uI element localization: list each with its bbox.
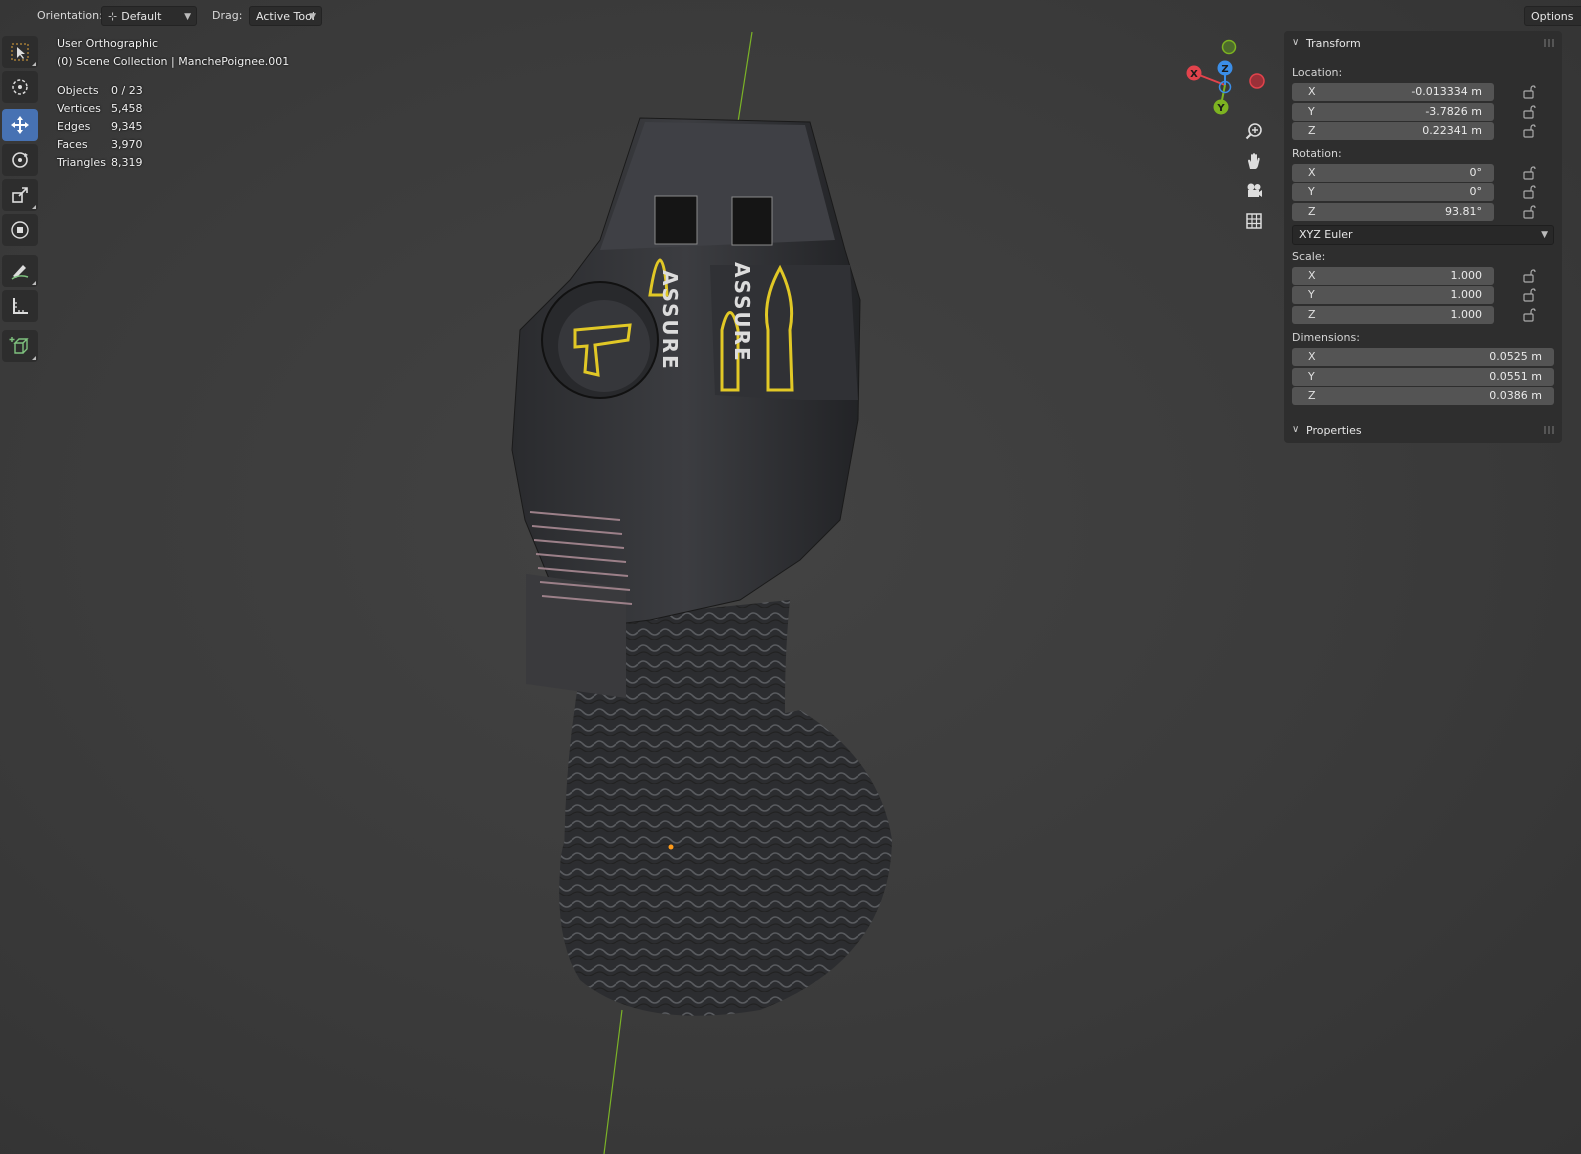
measure-icon: [13, 298, 28, 314]
chevron-down-icon: ▼: [184, 12, 191, 22]
viewport-header: Orientation: ⊹ Default ▼ Drag: Active Too…: [0, 0, 1581, 32]
ortho-toggle-button[interactable]: [1240, 208, 1268, 234]
drag-grip-icon[interactable]: [1544, 39, 1556, 47]
gizmo-neg-y: [1221, 39, 1237, 55]
dimensions-label: Dimensions:: [1292, 331, 1360, 344]
statistics: Objects 0 / 23 Vertices 5,458 Edges 9,345 F…: [57, 84, 143, 174]
rotation-mode-select[interactable]: XYZ Euler ▼: [1292, 225, 1554, 245]
grid-icon: [1246, 213, 1262, 229]
stat-row: Faces 3,970: [57, 138, 143, 151]
drag-value: Active Tool: [256, 10, 315, 23]
view-name: User Orthographic: [57, 37, 159, 50]
stat-row: Triangles 8,319: [57, 156, 143, 169]
stat-row: Vertices 5,458: [57, 102, 143, 115]
lock-icon[interactable]: [1522, 205, 1536, 219]
lock-icon[interactable]: [1522, 269, 1536, 283]
dimensions-y-field[interactable]: Y 0.0551 m: [1292, 368, 1554, 386]
properties-title: Properties: [1306, 424, 1362, 437]
lock-icon[interactable]: [1522, 185, 1536, 199]
zoom-button[interactable]: [1240, 118, 1268, 144]
orientation-dropdown[interactable]: ⊹ Default ▼: [101, 6, 197, 26]
measure-tool[interactable]: [2, 290, 38, 322]
rotation-label: Rotation:: [1292, 147, 1342, 160]
move-icon: [11, 116, 29, 134]
rotation-x-field[interactable]: X 0°: [1292, 164, 1494, 182]
pan-button[interactable]: [1240, 148, 1268, 174]
scale-z-field[interactable]: Z 1.000: [1292, 306, 1494, 324]
scale-y-field[interactable]: Y 1.000: [1292, 286, 1494, 304]
options-button[interactable]: Options: [1524, 6, 1581, 26]
scale-x-field[interactable]: X 1.000: [1292, 267, 1494, 285]
chevron-down-icon: ∨: [1292, 37, 1300, 48]
object-origin: [668, 844, 674, 850]
options-label: Options: [1531, 10, 1574, 23]
add-cube-tool[interactable]: [2, 330, 38, 362]
z-axis-line: [737, 31, 753, 123]
decal-text-right: ASSURE: [730, 262, 754, 363]
chevron-down-icon: ▼: [309, 12, 316, 22]
lock-icon[interactable]: [1522, 166, 1536, 180]
svg-text:Z: Z: [1221, 64, 1228, 75]
add-cube-icon: [9, 337, 29, 354]
location-x-field[interactable]: X -0.013334 m: [1292, 83, 1494, 101]
rotation-y-field[interactable]: Y 0°: [1292, 183, 1494, 201]
transform-title: Transform: [1306, 37, 1361, 50]
rotate-icon: [12, 152, 28, 168]
dimensions-x-field[interactable]: X 0.0525 m: [1292, 348, 1554, 366]
scale-icon: [12, 187, 28, 203]
camera-icon: [1247, 183, 1262, 197]
transform-icon: [11, 221, 29, 239]
lock-icon[interactable]: [1522, 124, 1536, 138]
drag-label: Drag:: [212, 9, 243, 22]
orientation-label: Orientation:: [37, 9, 103, 22]
dimensions-z-field[interactable]: Z 0.0386 m: [1292, 387, 1554, 405]
lock-icon[interactable]: [1522, 288, 1536, 302]
svg-text:X: X: [1190, 69, 1198, 80]
stat-row: Edges 9,345: [57, 120, 143, 133]
orientation-icon: ⊹: [108, 10, 118, 23]
navigation-gizmo[interactable]: X Z Y: [1180, 35, 1280, 125]
camera-view-button[interactable]: [1240, 178, 1268, 204]
gizmo-neg-x: [1249, 73, 1265, 89]
stat-row: Objects 0 / 23: [57, 84, 143, 97]
collection-info: (0) Scene Collection | ManchePoignee.001: [57, 55, 290, 68]
orientation-value: Default: [121, 10, 162, 23]
select-box-icon: [11, 43, 29, 61]
rotation-mode-value: XYZ Euler: [1299, 228, 1353, 241]
scale-label: Scale:: [1292, 250, 1326, 263]
decal-text-left: ASSURE: [658, 270, 682, 371]
drag-dropdown[interactable]: Active Tool ▼: [249, 6, 322, 26]
zoom-icon: [1245, 123, 1262, 140]
cursor-icon: [12, 79, 28, 95]
lock-icon[interactable]: [1522, 105, 1536, 119]
move-tool[interactable]: [2, 109, 38, 141]
transform-panel-header[interactable]: ∨ Transform: [1284, 33, 1562, 55]
svg-text:Y: Y: [1216, 103, 1225, 114]
3d-viewport[interactable]: ASSURE ASSURE Orientation: ⊹ Default ▼ Dr…: [0, 0, 1581, 1154]
location-label: Location:: [1292, 66, 1343, 79]
scale-tool[interactable]: [2, 179, 38, 211]
select-box-tool[interactable]: [2, 36, 38, 68]
properties-panel-header[interactable]: ∨ Properties: [1284, 420, 1562, 442]
lock-icon[interactable]: [1522, 85, 1536, 99]
cursor-tool[interactable]: [2, 71, 38, 103]
sidebar-panel: ∨ Transform Location: X -0.013334 m Y -3.7…: [1284, 31, 1562, 443]
chevron-down-icon: ∨: [1292, 424, 1300, 435]
rotation-z-field[interactable]: Z 93.81°: [1292, 203, 1494, 221]
transform-tool[interactable]: [2, 214, 38, 246]
annotate-tool[interactable]: [2, 255, 38, 287]
location-z-field[interactable]: Z 0.22341 m: [1292, 122, 1494, 140]
location-y-field[interactable]: Y -3.7826 m: [1292, 103, 1494, 121]
lock-icon[interactable]: [1522, 308, 1536, 322]
hand-pan-icon: [1248, 153, 1260, 169]
drag-grip-icon[interactable]: [1544, 426, 1556, 434]
chevron-down-icon: ▼: [1541, 230, 1548, 240]
rotate-tool[interactable]: [2, 144, 38, 176]
annotate-icon: [11, 265, 29, 280]
